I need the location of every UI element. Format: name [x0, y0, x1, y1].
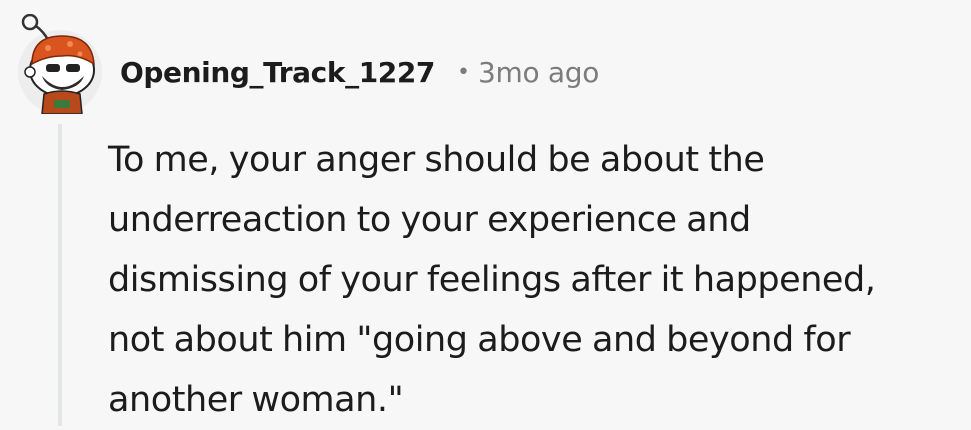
- snoo-avatar-icon[interactable]: [14, 13, 106, 115]
- thread-line[interactable]: [58, 124, 62, 426]
- meta-separator: •: [457, 59, 471, 85]
- timestamp-link[interactable]: 3mo ago: [478, 56, 599, 89]
- comment-body: To me, your anger should be about the un…: [108, 130, 963, 430]
- comment-body-line: not about him "going above and beyond fo…: [108, 320, 851, 360]
- comment-body-line: To me, your anger should be about the: [108, 140, 765, 180]
- comment-body-line: dismissing of your feelings after it hap…: [108, 260, 876, 300]
- comment: Opening_Track_1227 • 3mo ago To me, your…: [0, 0, 971, 426]
- comment-meta: Opening_Track_1227 • 3mo ago: [120, 50, 599, 94]
- comment-body-line: underreaction to your experience and: [108, 200, 751, 240]
- username-link[interactable]: Opening_Track_1227: [120, 56, 435, 89]
- avatar-graphic: [18, 13, 102, 115]
- comment-body-line: another woman.": [108, 380, 404, 420]
